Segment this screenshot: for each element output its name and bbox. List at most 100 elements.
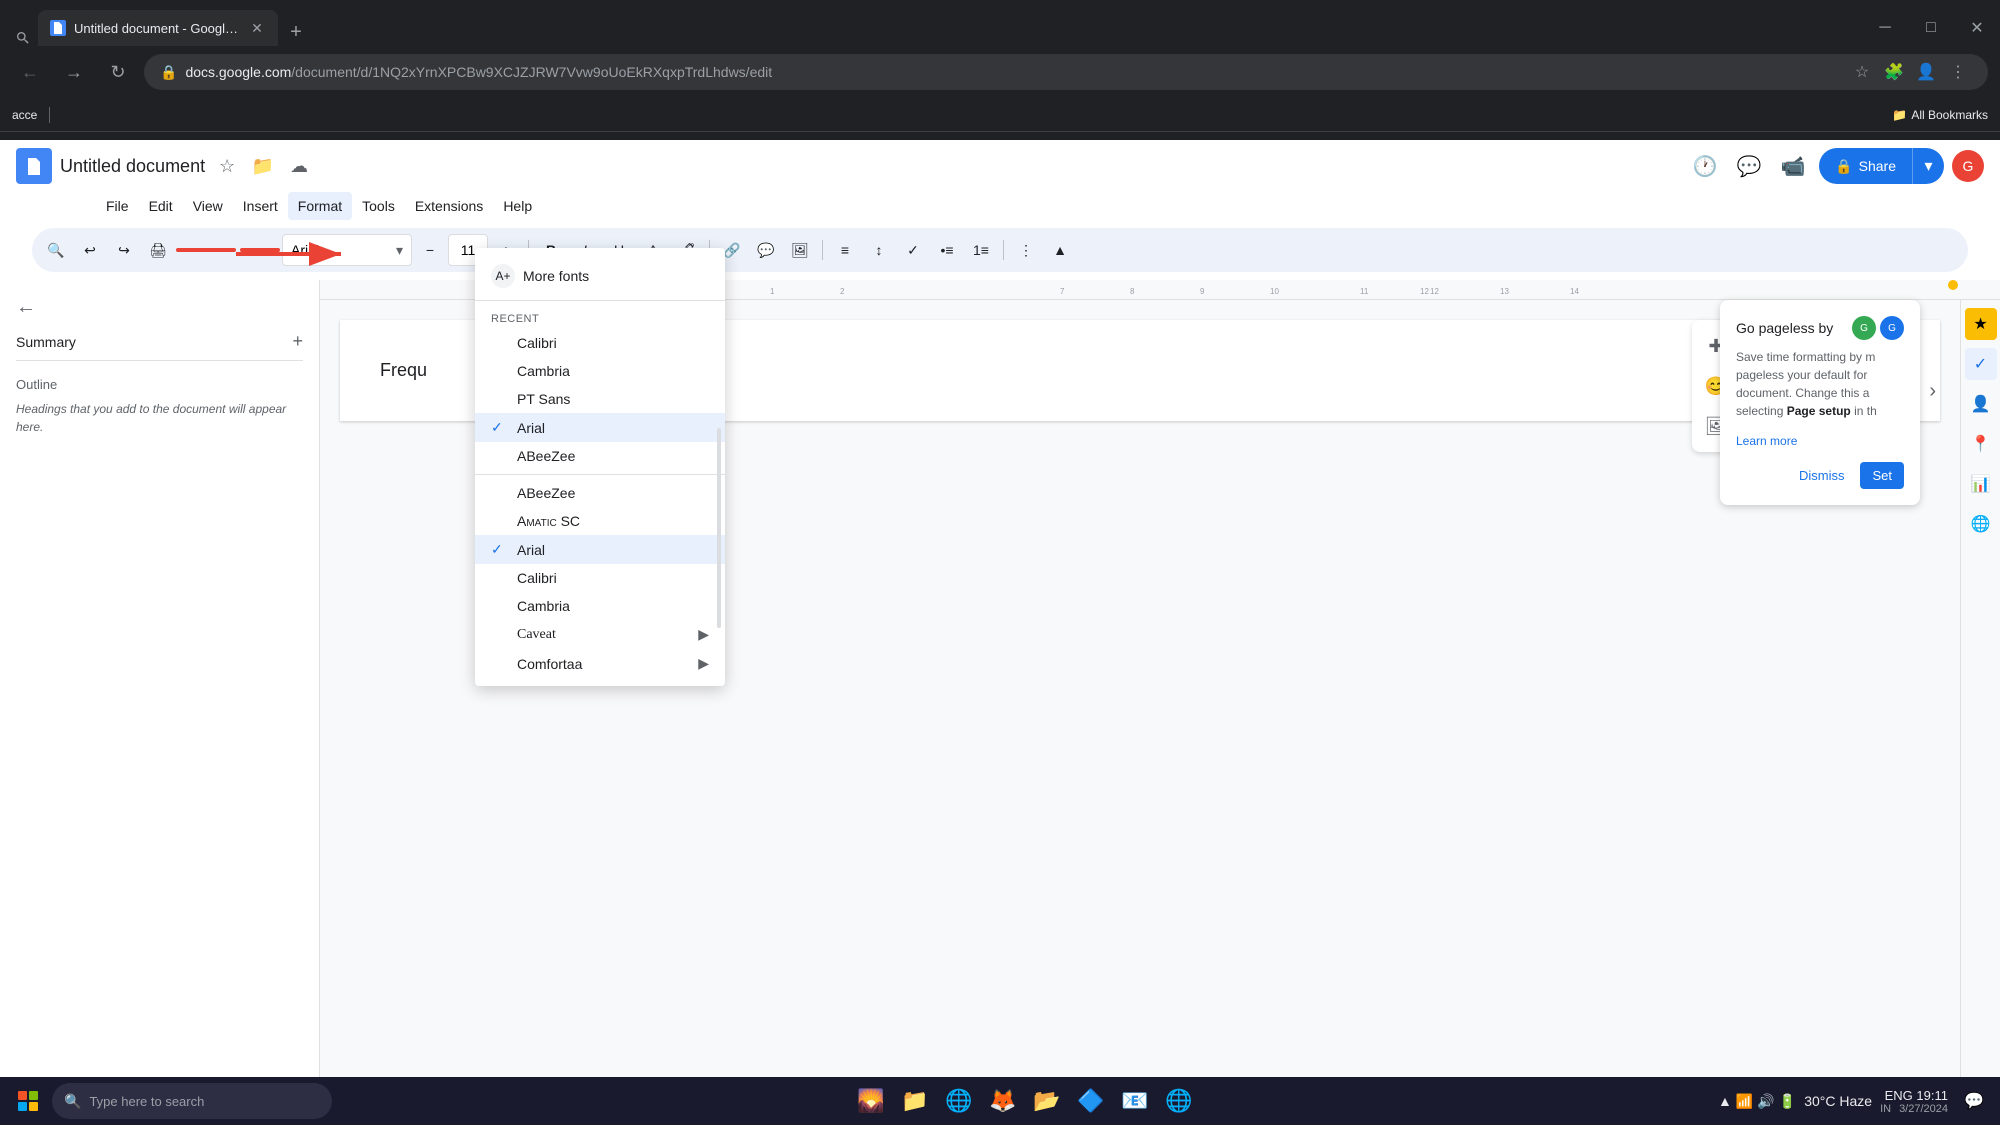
star-icon[interactable]: ☆ bbox=[213, 152, 241, 180]
tb-sep4 bbox=[1003, 240, 1004, 260]
share-btn[interactable]: 🔒 Share bbox=[1819, 148, 1912, 184]
more-fonts-item[interactable]: A+ More fonts bbox=[475, 256, 725, 296]
maximize-btn[interactable]: □ bbox=[1908, 10, 1954, 46]
more-options-btn[interactable]: ⋮ bbox=[1010, 234, 1042, 266]
font-item-arial[interactable]: ✓ Arial bbox=[475, 535, 725, 564]
bookmark-acce[interactable]: acce bbox=[12, 108, 37, 122]
explore-icon[interactable]: ★ bbox=[1965, 308, 1997, 340]
taskbar-edge[interactable]: 🌐 bbox=[939, 1081, 979, 1121]
active-tab[interactable]: Untitled document - Google D... ✕ bbox=[38, 10, 278, 46]
forward-btn[interactable]: → bbox=[56, 54, 92, 90]
docs-app: Untitled document ☆ 📁 ☁ 🕐 💬 📹 🔒 Share ▾ … bbox=[0, 140, 2000, 1125]
profile-rs-icon[interactable]: 🌐 bbox=[1965, 508, 1997, 540]
font-item-caveat[interactable]: Caveat ▶ bbox=[475, 620, 725, 649]
menu-edit[interactable]: Edit bbox=[139, 192, 183, 220]
font-item-arial-recent[interactable]: ✓ Arial bbox=[475, 413, 725, 442]
back-btn[interactable]: ← bbox=[12, 54, 48, 90]
volume-icon[interactable]: 🔊 bbox=[1757, 1093, 1774, 1110]
tab-close-btn[interactable]: ✕ bbox=[248, 19, 266, 37]
print-btn[interactable]: 🖨 bbox=[142, 234, 174, 266]
sheets-icon[interactable]: 📊 bbox=[1965, 468, 1997, 500]
battery-icon[interactable]: 🔋 bbox=[1779, 1093, 1796, 1110]
font-name-abeezee-recent: ABeeZee bbox=[517, 448, 575, 464]
numbered-list-btn[interactable]: 1≡ bbox=[965, 234, 997, 266]
collapse-tabs-btn[interactable] bbox=[8, 30, 38, 46]
menu-view[interactable]: View bbox=[183, 192, 233, 220]
folder-icon[interactable]: 📁 bbox=[249, 152, 277, 180]
font-item-amatic[interactable]: Amatic SC bbox=[475, 507, 725, 535]
taskbar-firefox[interactable]: 🦊 bbox=[983, 1081, 1023, 1121]
font-item-cambria[interactable]: Cambria bbox=[475, 592, 725, 620]
notification-center[interactable]: 💬 bbox=[1956, 1083, 1992, 1119]
menu-format[interactable]: Format bbox=[288, 192, 352, 220]
taskbar-office[interactable]: 🔷 bbox=[1071, 1081, 1111, 1121]
docs-app-icon bbox=[16, 148, 52, 184]
undo-btn[interactable]: ↩ bbox=[74, 234, 106, 266]
share-dropdown-btn[interactable]: ▾ bbox=[1912, 148, 1944, 184]
user-avatar[interactable]: G bbox=[1952, 150, 1984, 182]
font-item-abeezee[interactable]: ABeeZee bbox=[475, 479, 725, 507]
taskbar-file-explorer[interactable]: 📁 bbox=[895, 1081, 935, 1121]
cloud-icon[interactable]: ☁ bbox=[285, 152, 313, 180]
taskbar-center: 🌄 📁 🌐 🦊 📂 🔷 📧 🌐 bbox=[336, 1081, 1714, 1121]
maps-icon[interactable]: 📍 bbox=[1965, 428, 1997, 460]
menu-file[interactable]: File bbox=[96, 192, 139, 220]
history-btn[interactable]: 🕐 bbox=[1687, 148, 1723, 184]
pageless-next-arrow[interactable]: › bbox=[1929, 380, 1936, 403]
bullet-list-btn[interactable]: •≡ bbox=[931, 234, 963, 266]
comment-btn[interactable]: 💬 bbox=[750, 234, 782, 266]
start-btn[interactable] bbox=[8, 1081, 48, 1121]
font-item-abeezee-recent[interactable]: ABeeZee bbox=[475, 442, 725, 470]
people-icon[interactable]: 👤 bbox=[1965, 388, 1997, 420]
all-bookmarks-link[interactable]: 📁 All Bookmarks bbox=[1892, 108, 1988, 122]
font-name-caveat: Caveat bbox=[517, 627, 556, 643]
doc-title[interactable]: Untitled document bbox=[60, 156, 205, 177]
sidebar-back-btn[interactable]: ← bbox=[16, 296, 303, 319]
checklist-btn[interactable]: ✓ bbox=[897, 234, 929, 266]
profile-icon[interactable]: 👤 bbox=[1912, 58, 1940, 86]
notification-icon[interactable]: ▲ bbox=[1718, 1093, 1732, 1110]
tasks-icon[interactable]: ✓ bbox=[1965, 348, 1997, 380]
line-spacing-btn[interactable]: ↕ bbox=[863, 234, 895, 266]
image-btn[interactable]: 🖼 bbox=[784, 234, 816, 266]
reload-btn[interactable]: ↻ bbox=[100, 54, 136, 90]
taskbar-explorer2[interactable]: 📂 bbox=[1027, 1081, 1067, 1121]
taskbar-search[interactable]: 🔍 Type here to search bbox=[52, 1083, 332, 1119]
summary-add-btn[interactable]: + bbox=[292, 331, 303, 352]
comments-btn[interactable]: 💬 bbox=[1731, 148, 1767, 184]
menu-extensions[interactable]: Extensions bbox=[405, 192, 493, 220]
learn-more-link[interactable]: Learn more bbox=[1736, 434, 1797, 448]
new-tab-btn[interactable]: + bbox=[282, 18, 310, 46]
bookmark-star-icon[interactable]: ☆ bbox=[1848, 58, 1876, 86]
menu-help[interactable]: Help bbox=[493, 192, 542, 220]
notification-dot bbox=[1948, 280, 1958, 290]
font-size-minus[interactable]: − bbox=[414, 234, 446, 266]
close-btn[interactable]: ✕ bbox=[1954, 10, 2000, 46]
font-item-calibri-recent[interactable]: Calibri bbox=[475, 329, 725, 357]
taskbar-widgets[interactable]: 🌄 bbox=[851, 1081, 891, 1121]
window-controls: ─ □ ✕ bbox=[1862, 10, 2000, 46]
pageless-body: Save time formatting by m pageless your … bbox=[1736, 348, 1904, 420]
minimize-btn[interactable]: ─ bbox=[1862, 10, 1908, 46]
align-btn[interactable]: ≡ bbox=[829, 234, 861, 266]
font-item-ptsans-recent[interactable]: PT Sans bbox=[475, 385, 725, 413]
menu-insert[interactable]: Insert bbox=[233, 192, 288, 220]
meet-btn[interactable]: 📹 bbox=[1775, 148, 1811, 184]
font-scrollbar[interactable] bbox=[717, 428, 721, 628]
search-toolbar-btn[interactable]: 🔍 bbox=[40, 234, 72, 266]
start-sq-green bbox=[29, 1091, 38, 1100]
taskbar-chrome[interactable]: 🌐 bbox=[1159, 1081, 1199, 1121]
font-item-calibri[interactable]: Calibri bbox=[475, 564, 725, 592]
taskbar-mail[interactable]: 📧 bbox=[1115, 1081, 1155, 1121]
menu-tools[interactable]: Tools bbox=[352, 192, 405, 220]
more-icon[interactable]: ⋮ bbox=[1944, 58, 1972, 86]
collapse-toolbar-btn[interactable]: ▲ bbox=[1044, 234, 1076, 266]
address-bar[interactable]: 🔒 docs.google.com/document/d/1NQ2xYrnXPC… bbox=[144, 54, 1988, 90]
font-item-comfortaa[interactable]: Comfortaa ▶ bbox=[475, 649, 725, 678]
set-btn[interactable]: Set bbox=[1860, 462, 1904, 489]
redo-btn[interactable]: ↪ bbox=[108, 234, 140, 266]
font-item-cambria-recent[interactable]: Cambria bbox=[475, 357, 725, 385]
network-icon[interactable]: 📶 bbox=[1736, 1093, 1753, 1110]
extensions-icon[interactable]: 🧩 bbox=[1880, 58, 1908, 86]
dismiss-btn[interactable]: Dismiss bbox=[1791, 462, 1853, 489]
